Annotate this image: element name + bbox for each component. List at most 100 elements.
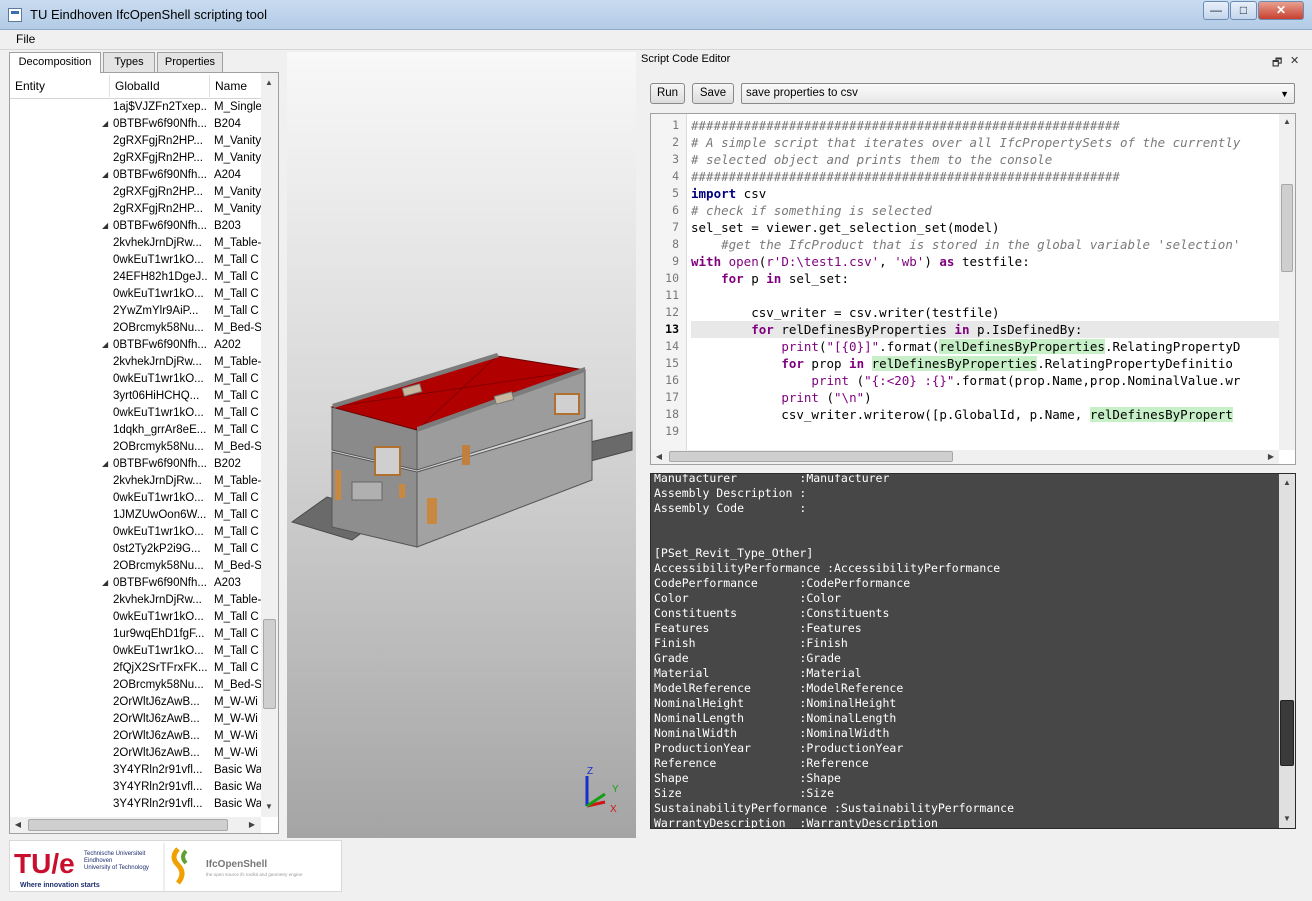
tree-row[interactable]: 0wkEuT1wr1kO... M_Tall C bbox=[10, 610, 268, 627]
line-number: 18 bbox=[665, 407, 679, 421]
tree-vertical-scrollbar[interactable]: ▲ ▼ bbox=[261, 73, 278, 817]
tree-row[interactable]: 0wkEuT1wr1kO... M_Tall C bbox=[10, 491, 268, 508]
tree-row[interactable]: 2kvhekJrnDjRw... M_Table- bbox=[10, 474, 268, 491]
tree-row[interactable]: 1aj$VJZFn2Txep... M_Single bbox=[10, 100, 268, 117]
tree-cell-globalid: 2gRXFgjRn2HP... bbox=[113, 186, 203, 198]
expand-arrow-icon[interactable]: ◢ bbox=[102, 170, 108, 179]
tree-row[interactable]: 2OBrcmyk58Nu... M_Bed-S bbox=[10, 321, 268, 338]
tab-decomposition[interactable]: Decomposition bbox=[9, 52, 101, 73]
tree-cell-globalid: 1aj$VJZFn2Txep... bbox=[113, 101, 208, 113]
tree-row[interactable]: 0wkEuT1wr1kO... M_Tall C bbox=[10, 253, 268, 270]
code-text-area[interactable]: ########################################… bbox=[691, 114, 1279, 452]
tree-row[interactable]: ◢ 0BTBFw6f90Nfh... B202 bbox=[10, 457, 268, 474]
tree-row[interactable]: 1JMZUwOon6W... M_Tall C bbox=[10, 508, 268, 525]
tree-row[interactable]: 0wkEuT1wr1kO... M_Tall C bbox=[10, 372, 268, 389]
tree-row[interactable]: 2kvhekJrnDjRw... M_Table- bbox=[10, 236, 268, 253]
expand-arrow-icon[interactable]: ◢ bbox=[102, 119, 108, 128]
tree-row[interactable]: 2OrWltJ6zAwB... M_W-Wi bbox=[10, 746, 268, 763]
editor-vertical-scrollbar[interactable]: ▲ bbox=[1279, 114, 1295, 450]
tree-row[interactable]: 0wkEuT1wr1kO... M_Tall C bbox=[10, 644, 268, 661]
script-select[interactable]: save properties to csv ▼ bbox=[741, 83, 1295, 104]
dock-float-icon[interactable]: 🗗 bbox=[1272, 54, 1282, 73]
tree-row[interactable]: 0wkEuT1wr1kO... M_Tall C bbox=[10, 287, 268, 304]
tree-row[interactable]: ◢ 0BTBFw6f90Nfh... B203 bbox=[10, 219, 268, 236]
tree-row[interactable]: 2fQjX2SrTFrxFK... M_Tall C bbox=[10, 661, 268, 678]
expand-arrow-icon[interactable]: ◢ bbox=[102, 221, 108, 230]
tree-row[interactable]: 3Y4YRln2r91vfl... Basic Wa bbox=[10, 797, 268, 814]
expand-arrow-icon[interactable]: ◢ bbox=[102, 459, 108, 468]
console-scrollbar-thumb[interactable] bbox=[1280, 700, 1294, 766]
tree-row[interactable]: 1dqkh_grrAr8eE... M_Tall C bbox=[10, 423, 268, 440]
scroll-up-arrow-icon[interactable]: ▲ bbox=[1279, 114, 1295, 130]
tree-row[interactable]: 2kvhekJrnDjRw... M_Table- bbox=[10, 593, 268, 610]
expand-arrow-icon[interactable]: ◢ bbox=[102, 578, 108, 587]
scroll-left-arrow-icon[interactable]: ◀ bbox=[651, 449, 667, 464]
expand-arrow-icon[interactable]: ◢ bbox=[102, 340, 108, 349]
tree-row[interactable]: 3yrt06HiHCHQ... M_Tall C bbox=[10, 389, 268, 406]
tree-row[interactable]: 24EFH82h1DgeJ... M_Tall C bbox=[10, 270, 268, 287]
scroll-up-arrow-icon[interactable]: ▲ bbox=[261, 75, 277, 91]
save-button[interactable]: Save bbox=[692, 83, 734, 104]
column-name[interactable]: Name bbox=[215, 79, 247, 93]
scroll-left-arrow-icon[interactable]: ◀ bbox=[10, 817, 26, 833]
tree-cell-globalid: 0wkEuT1wr1kO... bbox=[113, 288, 204, 300]
tree-row[interactable]: 0wkEuT1wr1kO... M_Tall C bbox=[10, 406, 268, 423]
tree-row[interactable]: 2gRXFgjRn2HP... M_Vanity bbox=[10, 185, 268, 202]
close-button[interactable]: ✕ bbox=[1258, 1, 1304, 20]
tree-row[interactable]: 3Y4YRln2r91vfl... Basic Wa bbox=[10, 763, 268, 780]
tree-row[interactable]: 2OBrcmyk58Nu... M_Bed-S bbox=[10, 559, 268, 576]
3d-viewport[interactable]: Z Y X bbox=[287, 52, 636, 838]
maximize-button[interactable]: □ bbox=[1230, 1, 1257, 20]
editor-scrollbar-thumb[interactable] bbox=[1281, 184, 1293, 272]
column-globalid[interactable]: GlobalId bbox=[115, 79, 160, 93]
chevron-down-icon[interactable]: ▼ bbox=[1280, 85, 1289, 104]
editor-horizontal-scrollbar[interactable]: ◀ ▶ bbox=[651, 450, 1279, 464]
dock-close-icon[interactable]: ✕ bbox=[1290, 54, 1299, 67]
console-line: Manufacturer :Manufacturer bbox=[654, 473, 890, 485]
decomposition-tree[interactable]: Entity GlobalId Name 1aj$VJZFn2Txep... M_… bbox=[9, 72, 279, 834]
editor-hscroll-thumb[interactable] bbox=[669, 451, 953, 462]
column-entity[interactable]: Entity bbox=[15, 79, 45, 93]
console-output[interactable]: Manufacturer :Manufacturer Assembly Descr… bbox=[650, 473, 1296, 829]
tree-row[interactable]: 2gRXFgjRn2HP... M_Vanity bbox=[10, 151, 268, 168]
scroll-right-arrow-icon[interactable]: ▶ bbox=[244, 817, 260, 833]
tree-row[interactable]: 2OrWltJ6zAwB... M_W-Wi bbox=[10, 729, 268, 746]
tree-row[interactable]: ◢ 0BTBFw6f90Nfh... B204 bbox=[10, 117, 268, 134]
scroll-up-arrow-icon[interactable]: ▲ bbox=[1279, 475, 1295, 491]
tree-row[interactable]: 2OrWltJ6zAwB... M_W-Wi bbox=[10, 695, 268, 712]
tree-hscroll-thumb[interactable] bbox=[28, 819, 228, 831]
tree-row[interactable]: 2kvhekJrnDjRw... M_Table- bbox=[10, 355, 268, 372]
tree-row[interactable]: 2gRXFgjRn2HP... M_Vanity bbox=[10, 134, 268, 151]
code-line: # check if something is selected bbox=[691, 203, 932, 218]
code-editor[interactable]: 1 2 3 4 5 6 7 8 9 10 11 12 13 14 15 16 1… bbox=[650, 113, 1296, 465]
tree-row[interactable]: ◢ 0BTBFw6f90Nfh... A204 bbox=[10, 168, 268, 185]
tree-row[interactable]: ◢ 0BTBFw6f90Nfh... A203 bbox=[10, 576, 268, 593]
tree-scrollbar-thumb[interactable] bbox=[263, 619, 276, 709]
tree-row[interactable]: 2OBrcmyk58Nu... M_Bed-S bbox=[10, 440, 268, 457]
tree-horizontal-scrollbar[interactable]: ◀ ▶ bbox=[10, 817, 261, 833]
tree-row[interactable]: 2gRXFgjRn2HP... M_Vanity bbox=[10, 202, 268, 219]
run-button[interactable]: Run bbox=[650, 83, 685, 104]
scroll-right-arrow-icon[interactable]: ▶ bbox=[1263, 449, 1279, 464]
tree-row[interactable]: 2OrWltJ6zAwB... M_W-Wi bbox=[10, 712, 268, 729]
tree-row[interactable]: 0st2Ty2kP2i9G... M_Tall C bbox=[10, 542, 268, 559]
tab-properties[interactable]: Properties bbox=[157, 52, 223, 72]
menu-file[interactable]: File bbox=[16, 32, 35, 46]
tree-cell-name: M_Vanity bbox=[214, 135, 262, 147]
tree-row[interactable]: 0wkEuT1wr1kO... M_Tall C bbox=[10, 525, 268, 542]
tree-row[interactable]: 1ur9wqEhD1fgF... M_Tall C bbox=[10, 627, 268, 644]
tree-row[interactable]: 2OBrcmyk58Nu... M_Bed-S bbox=[10, 678, 268, 695]
column-divider[interactable] bbox=[209, 75, 210, 97]
building-model[interactable]: Z Y X bbox=[287, 52, 636, 838]
scroll-down-arrow-icon[interactable]: ▼ bbox=[261, 799, 277, 815]
tree-row[interactable]: 3Y4YRln2r91vfl... Basic Wa bbox=[10, 780, 268, 797]
console-vertical-scrollbar[interactable]: ▲ ▼ bbox=[1279, 474, 1295, 828]
tab-types[interactable]: Types bbox=[103, 52, 155, 72]
minimize-button[interactable]: — bbox=[1203, 1, 1229, 20]
scroll-down-arrow-icon[interactable]: ▼ bbox=[1279, 811, 1295, 827]
tree-row[interactable]: ◢ 0BTBFw6f90Nfh... A202 bbox=[10, 338, 268, 355]
column-divider[interactable] bbox=[109, 75, 110, 97]
window-titlebar[interactable]: TU Eindhoven IfcOpenShell scripting tool… bbox=[0, 0, 1312, 30]
tree-row[interactable]: 2YwZmYlr9AiP... M_Tall C bbox=[10, 304, 268, 321]
console-line: Assembly Description : bbox=[654, 486, 807, 500]
